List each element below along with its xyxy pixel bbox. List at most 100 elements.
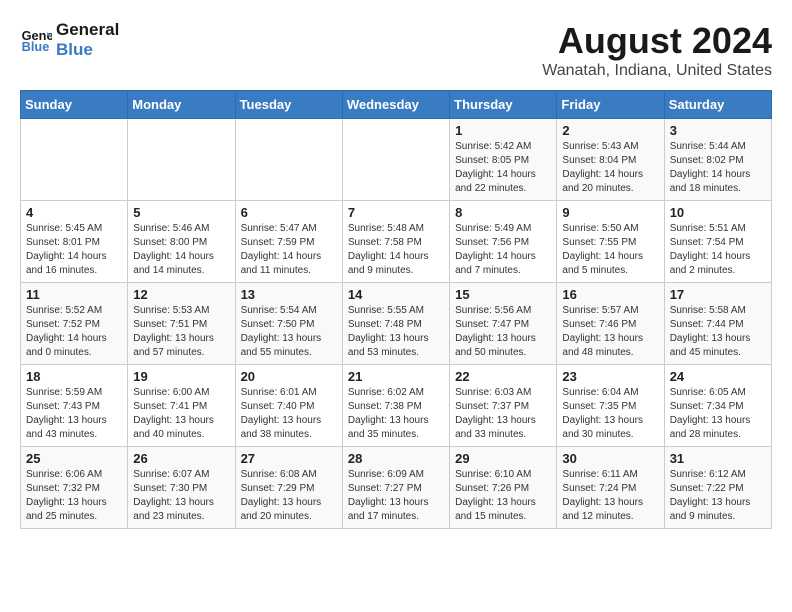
day-info: Sunrise: 5:52 AM Sunset: 7:52 PM Dayligh…	[26, 304, 122, 360]
day-number: 25	[26, 451, 122, 466]
day-info: Sunrise: 6:04 AM Sunset: 7:35 PM Dayligh…	[562, 386, 658, 442]
day-info: Sunrise: 5:54 AM Sunset: 7:50 PM Dayligh…	[241, 304, 337, 360]
calendar-header-row: SundayMondayTuesdayWednesdayThursdayFrid…	[21, 91, 772, 119]
calendar-cell: 5Sunrise: 5:46 AM Sunset: 8:00 PM Daylig…	[128, 201, 235, 283]
day-number: 31	[670, 451, 766, 466]
calendar-cell: 22 Sunrise: 6:03 AM Sunset: 7:37 PM Dayli…	[450, 365, 557, 447]
page-header: General Blue General Blue August 2024 Wa…	[20, 20, 772, 80]
calendar-cell	[128, 119, 235, 201]
day-info: Sunrise: 6:12 AM Sunset: 7:22 PM Dayligh…	[670, 468, 766, 524]
calendar-cell: 10 Sunrise: 5:51 AM Sunset: 7:54 PM Dayli…	[664, 201, 771, 283]
calendar-cell: 18 Sunrise: 5:59 AM Sunset: 7:43 PM Dayli…	[21, 365, 128, 447]
calendar-cell: 27Sunrise: 6:08 AM Sunset: 7:29 PM Dayli…	[235, 447, 342, 529]
calendar-week-2: 4 Sunrise: 5:45 AM Sunset: 8:01 PM Daylig…	[21, 201, 772, 283]
header-monday: Monday	[128, 91, 235, 119]
calendar-cell: 16 Sunrise: 5:57 AM Sunset: 7:46 PM Dayli…	[557, 283, 664, 365]
day-info: Sunrise: 5:45 AM Sunset: 8:01 PM Dayligh…	[26, 222, 122, 278]
day-number: 14	[348, 287, 444, 302]
calendar-cell: 13 Sunrise: 5:54 AM Sunset: 7:50 PM Dayli…	[235, 283, 342, 365]
day-info: Sunrise: 6:00 AM Sunset: 7:41 PM Dayligh…	[133, 386, 229, 442]
day-number: 27	[241, 451, 337, 466]
day-number: 4	[26, 205, 122, 220]
calendar-cell: 21 Sunrise: 6:02 AM Sunset: 7:38 PM Dayli…	[342, 365, 449, 447]
header-thursday: Thursday	[450, 91, 557, 119]
day-info: Sunrise: 6:03 AM Sunset: 7:37 PM Dayligh…	[455, 386, 551, 442]
day-number: 15	[455, 287, 551, 302]
day-info: Sunrise: 6:06 AM Sunset: 7:32 PM Dayligh…	[26, 468, 122, 524]
day-number: 19	[133, 369, 229, 384]
calendar-cell: 31 Sunrise: 6:12 AM Sunset: 7:22 PM Dayli…	[664, 447, 771, 529]
day-info: Sunrise: 5:56 AM Sunset: 7:47 PM Dayligh…	[455, 304, 551, 360]
calendar-cell: 3 Sunrise: 5:44 AM Sunset: 8:02 PM Daylig…	[664, 119, 771, 201]
day-info: Sunrise: 5:57 AM Sunset: 7:46 PM Dayligh…	[562, 304, 658, 360]
day-info: Sunrise: 5:44 AM Sunset: 8:02 PM Dayligh…	[670, 140, 766, 196]
calendar-cell: 9 Sunrise: 5:50 AM Sunset: 7:55 PM Daylig…	[557, 201, 664, 283]
calendar-cell: 20Sunrise: 6:01 AM Sunset: 7:40 PM Dayli…	[235, 365, 342, 447]
logo-line2: Blue	[56, 40, 119, 60]
day-info: Sunrise: 5:50 AM Sunset: 7:55 PM Dayligh…	[562, 222, 658, 278]
logo-line1: General	[56, 20, 119, 40]
day-number: 16	[562, 287, 658, 302]
day-info: Sunrise: 5:59 AM Sunset: 7:43 PM Dayligh…	[26, 386, 122, 442]
day-number: 12	[133, 287, 229, 302]
day-number: 20	[241, 369, 337, 384]
calendar-week-4: 18 Sunrise: 5:59 AM Sunset: 7:43 PM Dayli…	[21, 365, 772, 447]
svg-text:Blue: Blue	[22, 40, 50, 55]
day-info: Sunrise: 6:09 AM Sunset: 7:27 PM Dayligh…	[348, 468, 444, 524]
day-number: 7	[348, 205, 444, 220]
logo-icon: General Blue	[20, 24, 52, 56]
calendar-cell: 1 Sunrise: 5:42 AM Sunset: 8:05 PM Daylig…	[450, 119, 557, 201]
day-info: Sunrise: 5:58 AM Sunset: 7:44 PM Dayligh…	[670, 304, 766, 360]
day-number: 6	[241, 205, 337, 220]
day-number: 30	[562, 451, 658, 466]
logo: General Blue General Blue	[20, 20, 119, 61]
day-number: 21	[348, 369, 444, 384]
calendar-cell: 2Sunrise: 5:43 AM Sunset: 8:04 PM Daylig…	[557, 119, 664, 201]
day-number: 28	[348, 451, 444, 466]
day-number: 22	[455, 369, 551, 384]
day-info: Sunrise: 6:07 AM Sunset: 7:30 PM Dayligh…	[133, 468, 229, 524]
day-number: 23	[562, 369, 658, 384]
calendar-cell	[235, 119, 342, 201]
day-info: Sunrise: 5:48 AM Sunset: 7:58 PM Dayligh…	[348, 222, 444, 278]
calendar-cell: 19 Sunrise: 6:00 AM Sunset: 7:41 PM Dayli…	[128, 365, 235, 447]
calendar-cell: 25 Sunrise: 6:06 AM Sunset: 7:32 PM Dayli…	[21, 447, 128, 529]
calendar-cell: 11 Sunrise: 5:52 AM Sunset: 7:52 PM Dayli…	[21, 283, 128, 365]
calendar-cell: 29 Sunrise: 6:10 AM Sunset: 7:26 PM Dayli…	[450, 447, 557, 529]
day-info: Sunrise: 6:11 AM Sunset: 7:24 PM Dayligh…	[562, 468, 658, 524]
calendar-cell	[21, 119, 128, 201]
calendar-week-1: 1 Sunrise: 5:42 AM Sunset: 8:05 PM Daylig…	[21, 119, 772, 201]
day-info: Sunrise: 5:55 AM Sunset: 7:48 PM Dayligh…	[348, 304, 444, 360]
day-info: Sunrise: 6:02 AM Sunset: 7:38 PM Dayligh…	[348, 386, 444, 442]
calendar-cell: 12 Sunrise: 5:53 AM Sunset: 7:51 PM Dayli…	[128, 283, 235, 365]
calendar-cell: 23 Sunrise: 6:04 AM Sunset: 7:35 PM Dayli…	[557, 365, 664, 447]
calendar-cell: 24Sunrise: 6:05 AM Sunset: 7:34 PM Dayli…	[664, 365, 771, 447]
title-section: August 2024 Wanatah, Indiana, United Sta…	[542, 20, 772, 80]
day-number: 26	[133, 451, 229, 466]
day-number: 10	[670, 205, 766, 220]
location-title: Wanatah, Indiana, United States	[542, 62, 772, 80]
day-info: Sunrise: 5:53 AM Sunset: 7:51 PM Dayligh…	[133, 304, 229, 360]
day-number: 13	[241, 287, 337, 302]
calendar-week-5: 25 Sunrise: 6:06 AM Sunset: 7:32 PM Dayli…	[21, 447, 772, 529]
calendar-cell: 15 Sunrise: 5:56 AM Sunset: 7:47 PM Dayli…	[450, 283, 557, 365]
day-number: 3	[670, 123, 766, 138]
day-info: Sunrise: 5:51 AM Sunset: 7:54 PM Dayligh…	[670, 222, 766, 278]
day-number: 18	[26, 369, 122, 384]
month-title: August 2024	[542, 20, 772, 62]
day-number: 9	[562, 205, 658, 220]
day-number: 1	[455, 123, 551, 138]
header-tuesday: Tuesday	[235, 91, 342, 119]
day-number: 2	[562, 123, 658, 138]
day-info: Sunrise: 5:46 AM Sunset: 8:00 PM Dayligh…	[133, 222, 229, 278]
day-info: Sunrise: 5:42 AM Sunset: 8:05 PM Dayligh…	[455, 140, 551, 196]
day-info: Sunrise: 6:10 AM Sunset: 7:26 PM Dayligh…	[455, 468, 551, 524]
day-info: Sunrise: 5:49 AM Sunset: 7:56 PM Dayligh…	[455, 222, 551, 278]
day-number: 8	[455, 205, 551, 220]
calendar-cell: 26 Sunrise: 6:07 AM Sunset: 7:30 PM Dayli…	[128, 447, 235, 529]
calendar-cell: 4 Sunrise: 5:45 AM Sunset: 8:01 PM Daylig…	[21, 201, 128, 283]
day-number: 29	[455, 451, 551, 466]
calendar-cell	[342, 119, 449, 201]
day-info: Sunrise: 6:05 AM Sunset: 7:34 PM Dayligh…	[670, 386, 766, 442]
day-number: 11	[26, 287, 122, 302]
